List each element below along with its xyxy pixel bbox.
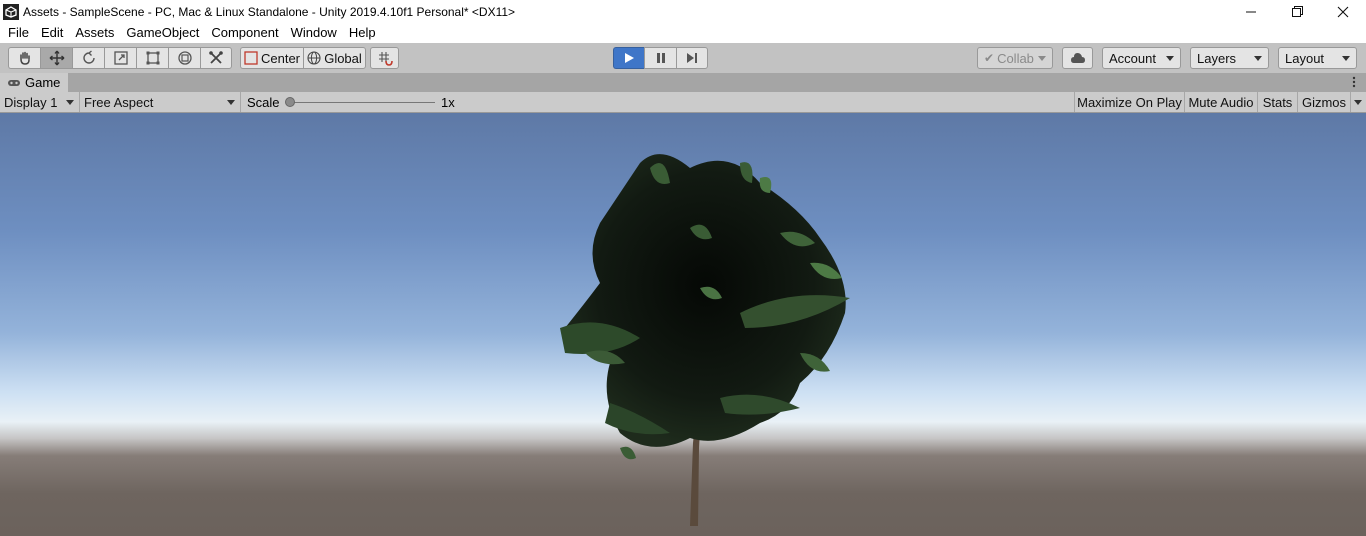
cloud-icon[interactable] bbox=[1062, 47, 1093, 69]
close-icon[interactable] bbox=[1320, 0, 1366, 23]
layout-dropdown[interactable]: Layout bbox=[1278, 47, 1357, 69]
tab-bar: Game bbox=[0, 73, 1366, 92]
pivot-center-button[interactable]: Center bbox=[240, 47, 303, 69]
play-icon[interactable] bbox=[613, 47, 644, 69]
pivot-center-label: Center bbox=[260, 50, 301, 66]
gizmos-toggle[interactable]: Gizmos bbox=[1297, 92, 1350, 112]
restore-icon[interactable] bbox=[1274, 0, 1320, 23]
scale-slider-thumb[interactable] bbox=[285, 97, 295, 107]
aspect-label: Free Aspect bbox=[84, 94, 154, 110]
collab-dropdown[interactable]: ✔ Collab bbox=[977, 47, 1053, 69]
menu-file[interactable]: File bbox=[2, 23, 35, 43]
scale-slider-track[interactable] bbox=[289, 102, 435, 103]
layout-label: Layout bbox=[1285, 50, 1325, 66]
space-global-button[interactable]: Global bbox=[303, 47, 366, 69]
main-toolbar: Center Global ✔ Collab Account Layers La… bbox=[0, 43, 1366, 73]
space-global-label: Global bbox=[324, 50, 362, 66]
gamepad-icon bbox=[8, 79, 20, 86]
grid-snap-icon[interactable] bbox=[370, 47, 399, 69]
transform-tool-icon[interactable] bbox=[168, 47, 200, 69]
account-label: Account bbox=[1109, 50, 1156, 66]
mute-audio-toggle[interactable]: Mute Audio bbox=[1184, 92, 1257, 112]
chevron-down-icon bbox=[1254, 56, 1262, 61]
display-dropdown[interactable]: Display 1 bbox=[0, 92, 80, 112]
display-label: Display 1 bbox=[4, 94, 58, 110]
gizmos-label: Gizmos bbox=[1301, 94, 1347, 110]
move-tool-icon[interactable] bbox=[40, 47, 72, 69]
mute-audio-label: Mute Audio bbox=[1188, 94, 1254, 110]
aspect-dropdown[interactable]: Free Aspect bbox=[80, 92, 241, 112]
scale-value: 1x bbox=[441, 95, 455, 110]
check-icon: ✔ bbox=[984, 51, 995, 65]
collab-label: Collab bbox=[997, 50, 1034, 66]
chevron-down-icon bbox=[1166, 56, 1174, 61]
gizmos-dropdown[interactable] bbox=[1350, 92, 1366, 112]
chevron-down-icon bbox=[66, 100, 74, 105]
account-dropdown[interactable]: Account bbox=[1102, 47, 1181, 69]
menu-assets[interactable]: Assets bbox=[69, 23, 120, 43]
tree-foliage bbox=[560, 154, 850, 460]
chevron-down-icon bbox=[227, 100, 235, 105]
minimize-icon[interactable] bbox=[1228, 0, 1274, 23]
kebab-menu-icon[interactable] bbox=[1352, 76, 1356, 90]
maximize-on-play-label: Maximize On Play bbox=[1077, 94, 1182, 110]
layers-dropdown[interactable]: Layers bbox=[1190, 47, 1269, 69]
game-toolbar: Display 1 Free Aspect Scale 1x Maximize … bbox=[0, 92, 1366, 113]
stats-toggle[interactable]: Stats bbox=[1257, 92, 1297, 112]
tab-game[interactable]: Game bbox=[0, 73, 69, 92]
step-icon[interactable] bbox=[676, 47, 708, 69]
menu-window[interactable]: Window bbox=[285, 23, 343, 43]
maximize-on-play-toggle[interactable]: Maximize On Play bbox=[1074, 92, 1184, 112]
game-viewport[interactable] bbox=[0, 113, 1366, 536]
menu-component[interactable]: Component bbox=[205, 23, 284, 43]
transform-tools bbox=[8, 47, 232, 69]
custom-tool-icon[interactable] bbox=[200, 47, 232, 69]
rect-tool-icon[interactable] bbox=[136, 47, 168, 69]
scale-label: Scale bbox=[247, 95, 280, 110]
pivot-space-toggles: Center Global bbox=[240, 47, 366, 69]
pivot-center-icon bbox=[244, 51, 258, 65]
chevron-down-icon bbox=[1354, 100, 1362, 105]
window-title: Assets - SampleScene - PC, Mac & Linux S… bbox=[23, 4, 516, 19]
pause-icon[interactable] bbox=[644, 47, 676, 69]
chevron-down-icon bbox=[1038, 56, 1046, 61]
globe-icon bbox=[307, 51, 321, 65]
play-controls bbox=[613, 47, 708, 69]
layers-label: Layers bbox=[1197, 50, 1237, 66]
rotate-tool-icon[interactable] bbox=[72, 47, 104, 69]
chevron-down-icon bbox=[1342, 56, 1350, 61]
menu-gameobject[interactable]: GameObject bbox=[120, 23, 205, 43]
title-bar: Assets - SampleScene - PC, Mac & Linux S… bbox=[0, 0, 1366, 23]
scale-tool-icon[interactable] bbox=[104, 47, 136, 69]
window-controls bbox=[1228, 0, 1366, 23]
menu-edit[interactable]: Edit bbox=[35, 23, 69, 43]
tree-render bbox=[560, 154, 850, 526]
stats-label: Stats bbox=[1262, 94, 1293, 110]
hand-tool-icon[interactable] bbox=[8, 47, 40, 69]
tab-game-label: Game bbox=[25, 75, 61, 90]
menu-help[interactable]: Help bbox=[343, 23, 382, 43]
menu-bar: File Edit Assets GameObject Component Wi… bbox=[0, 23, 1366, 43]
unity-logo-icon bbox=[3, 3, 19, 20]
